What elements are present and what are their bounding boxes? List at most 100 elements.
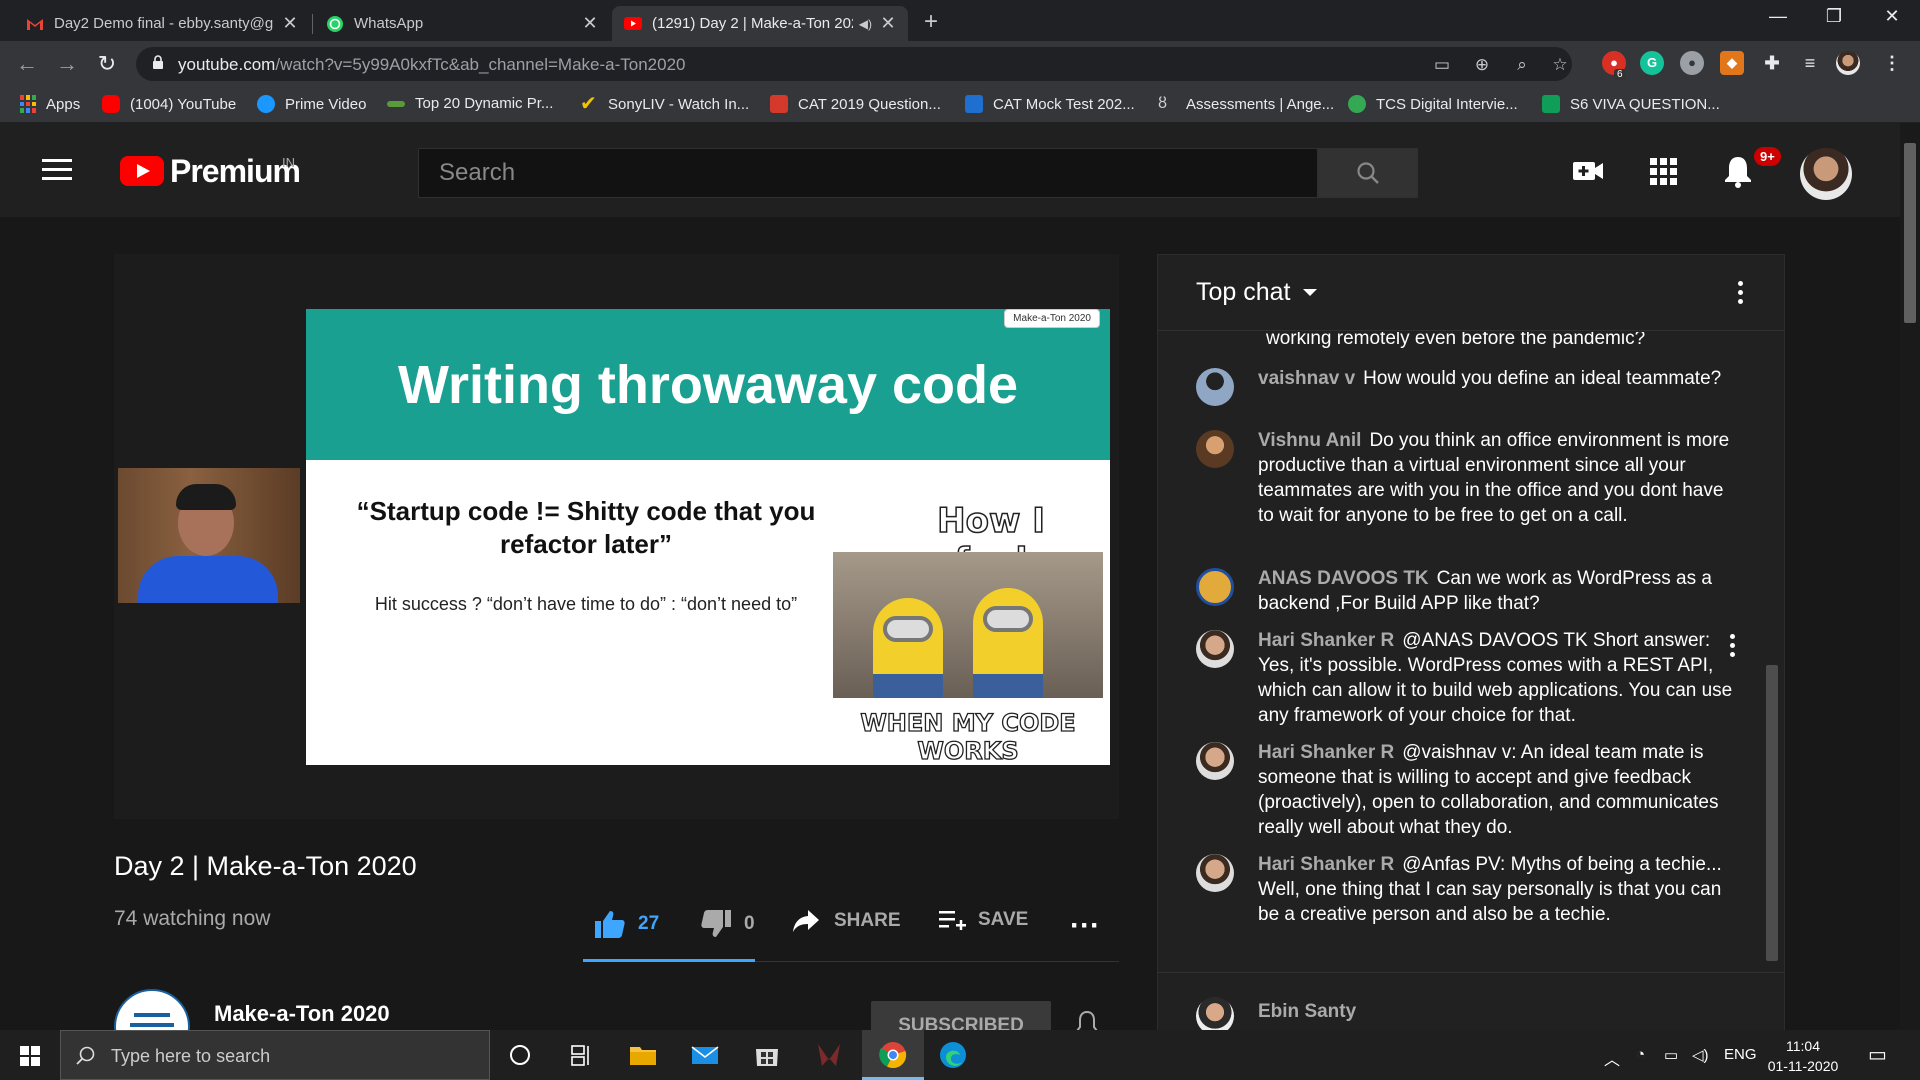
hamburger-menu-icon[interactable] [42, 159, 72, 181]
cortana-icon[interactable] [505, 1040, 535, 1070]
bookmark-sonyliv[interactable]: ✔ SonyLIV - Watch In... [580, 94, 749, 114]
volume-icon[interactable]: ◁) [1692, 1046, 1709, 1064]
chat-mode-dropdown[interactable]: Top chat [1196, 278, 1291, 307]
apps-grid-icon[interactable] [1645, 153, 1681, 189]
bookmark-cat-mock[interactable]: CAT Mock Test 202... [965, 95, 1135, 113]
wifi-icon[interactable]: ◔ [1636, 1046, 1645, 1063]
bookmark-cat-2019[interactable]: CAT 2019 Question... [770, 95, 941, 113]
youtube-premium-logo[interactable]: Premium [170, 153, 301, 190]
notifications-bell-icon[interactable] [1720, 153, 1756, 189]
task-view-icon[interactable] [566, 1040, 596, 1070]
mail-icon[interactable] [690, 1040, 720, 1070]
reload-icon[interactable]: ↻ [94, 51, 120, 77]
show-hidden-icons-icon[interactable]: ︿ [1604, 1046, 1620, 1070]
tab-gmail[interactable]: Day2 Demo final - ebby.santy@gm ✕ [14, 6, 310, 41]
search-button[interactable] [1318, 148, 1418, 198]
browser-tab-strip: Day2 Demo final - ebby.santy@gm ✕ WhatsA… [0, 0, 1920, 41]
tab-title: Day2 Demo final - ebby.santy@gm [54, 15, 274, 32]
zoom-icon[interactable]: ⌕ [1512, 55, 1532, 75]
chat-scrollbar[interactable] [1766, 665, 1778, 961]
bookmark-youtube[interactable]: (1004) YouTube [102, 95, 236, 113]
back-arrow-icon[interactable]: ← [14, 51, 40, 77]
chevron-down-icon[interactable] [1302, 289, 1317, 296]
cast-icon[interactable]: ▭ [1432, 55, 1452, 75]
bookmark-prime-video[interactable]: Prime Video [257, 95, 366, 113]
video-player[interactable]: Writing throwaway code Make-a-Ton 2020 “… [114, 254, 1119, 819]
new-tab-button[interactable]: + [924, 8, 938, 36]
restore-button[interactable]: ❐ [1814, 6, 1854, 27]
sheets-icon [1542, 95, 1560, 113]
bookmark-apps[interactable]: Apps [20, 95, 80, 113]
more-actions-icon[interactable]: ··· [1070, 909, 1100, 943]
close-icon[interactable]: ✕ [282, 13, 298, 34]
save-button[interactable]: SAVE [938, 909, 1028, 931]
tab-title: WhatsApp [354, 15, 424, 32]
predator-icon[interactable] [814, 1040, 844, 1070]
minions-meme-image [833, 552, 1103, 698]
slide-logo: Make-a-Ton 2020 [1004, 309, 1100, 328]
speaker-icon[interactable]: ◀) [859, 17, 872, 31]
angel-icon: ȣ [1158, 95, 1168, 112]
viewer-count: 74 watching now [114, 907, 271, 930]
search-icon [76, 1046, 95, 1065]
edge-icon[interactable] [938, 1040, 968, 1070]
close-icon[interactable]: ✕ [582, 13, 598, 34]
thumbs-up-icon [595, 911, 625, 938]
lock-icon [153, 55, 163, 69]
slide-subtext: Hit success ? “don’t have time to do” : … [374, 594, 798, 614]
media-control-icon[interactable]: ≡ [1798, 51, 1822, 75]
bookmark-tcs[interactable]: TCS Digital Intervie... [1348, 95, 1518, 113]
battery-icon[interactable]: ▭ [1664, 1046, 1678, 1064]
chat-header: Top chat [1158, 255, 1784, 331]
file-explorer-icon[interactable] [628, 1040, 658, 1070]
notifications-center-icon[interactable]: ▭ [1868, 1042, 1887, 1067]
chrome-icon [879, 1042, 907, 1069]
forward-arrow-icon[interactable]: → [54, 51, 80, 77]
extensions-puzzle-icon[interactable]: ✚ [1760, 51, 1784, 75]
extension-badge: 6 [1614, 69, 1626, 80]
chat-message: Hari Shanker R @Anfas PV: Myths of being … [1196, 852, 1736, 927]
sentiment-bar [583, 959, 755, 962]
search-input[interactable] [419, 149, 1317, 197]
message-menu-icon[interactable] [1730, 634, 1736, 657]
install-icon[interactable]: ⊕ [1472, 55, 1492, 75]
share-button[interactable]: SHARE [792, 909, 901, 933]
close-icon[interactable]: ✕ [880, 13, 896, 34]
bookmark-s6-viva[interactable]: S6 VIVA QUESTION... [1542, 95, 1720, 113]
system-clock[interactable]: 11:04 01-11-2020 [1766, 1036, 1840, 1076]
slide-quote: “Startup code != Shitty code that you re… [356, 496, 816, 559]
bookmark-star-icon[interactable]: ☆ [1550, 55, 1570, 75]
like-button[interactable]: 27 [594, 909, 659, 939]
bookmark-dynamic[interactable]: Top 20 Dynamic Pr... [387, 95, 553, 112]
link-icon [387, 100, 405, 107]
grammarly-icon[interactable]: G [1640, 51, 1664, 75]
extension-circle-icon[interactable]: ● [1680, 51, 1704, 75]
chrome-menu-icon[interactable]: ⋮ [1880, 51, 1904, 75]
metamask-icon[interactable]: ◆ [1720, 51, 1744, 75]
profile-avatar[interactable] [1836, 51, 1860, 75]
taskbar-search[interactable]: Type here to search [60, 1030, 490, 1080]
chrome-taskbar-button[interactable] [862, 1030, 924, 1080]
tab-youtube[interactable]: (1291) Day 2 | Make-a-Ton 2020 ◀) ✕ [612, 6, 908, 41]
notification-badge: 9+ [1754, 147, 1781, 166]
bookmarks-bar: Apps (1004) YouTube Prime Video Top 20 D… [0, 87, 1920, 123]
address-bar[interactable]: youtube.com/watch?v=5y99A0kxfTc&ab_chann… [136, 47, 1572, 81]
windows-start-icon[interactable] [20, 1046, 40, 1066]
avatar [1196, 742, 1234, 780]
tab-whatsapp[interactable]: WhatsApp ✕ [314, 6, 610, 41]
page-scrollbar[interactable] [1900, 123, 1920, 1030]
create-video-icon[interactable] [1570, 153, 1606, 189]
minimize-button[interactable]: — [1758, 6, 1798, 27]
close-window-button[interactable]: ✕ [1872, 6, 1912, 27]
channel-name[interactable]: Make-a-Ton 2020 [214, 1001, 390, 1027]
chat-menu-icon[interactable] [1738, 281, 1744, 308]
store-icon[interactable] [752, 1040, 782, 1070]
dislike-button[interactable]: 0 [700, 909, 755, 939]
avatar [1196, 430, 1234, 468]
account-avatar[interactable] [1800, 148, 1852, 200]
chat-message: working remotely even before the pandemi… [1196, 332, 1736, 351]
language-indicator[interactable]: ENG [1724, 1046, 1757, 1063]
slide-title: Writing throwaway code [306, 309, 1110, 460]
youtube-logo-icon[interactable] [120, 156, 164, 186]
bookmark-assessments[interactable]: ȣ Assessments | Ange... [1158, 95, 1334, 113]
